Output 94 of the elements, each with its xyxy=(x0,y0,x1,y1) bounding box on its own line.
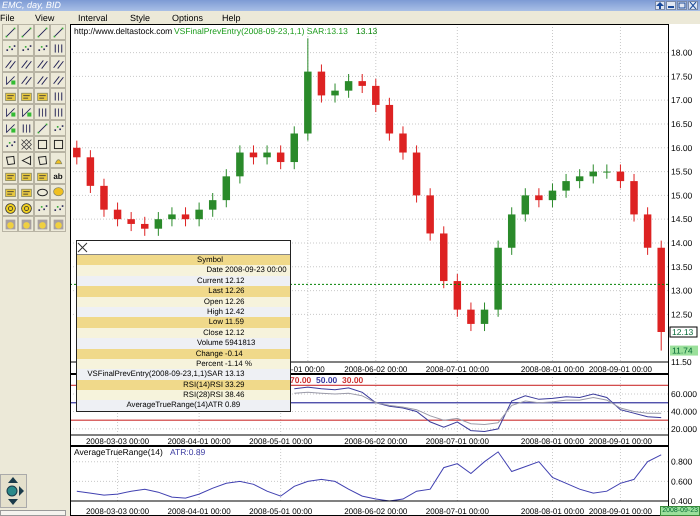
crosshatch-icon[interactable] xyxy=(18,136,34,152)
minimize-button[interactable] xyxy=(666,1,676,10)
date-label: 2008-05-01 00:00 xyxy=(249,507,312,516)
rectangle-icon[interactable] xyxy=(34,136,50,152)
date-label: 2008-06-02 00:00 xyxy=(344,507,408,516)
axis-value: 40.000 xyxy=(671,406,697,416)
axis-value: 18.00 xyxy=(671,48,692,58)
maximize-icon xyxy=(678,2,686,9)
sar-value: 13.13 xyxy=(356,26,378,36)
axis-value: 13.50 xyxy=(671,262,692,272)
scatter-icon[interactable] xyxy=(2,40,18,56)
date-label: 2008-08-01 00:00 xyxy=(520,365,584,374)
polygon-icon[interactable] xyxy=(2,152,18,168)
date-label: 2008-04-01 00:00 xyxy=(168,507,231,516)
price-tag: 11.74 xyxy=(670,346,698,356)
date-label: 2008-09-01 00:00 xyxy=(588,437,652,446)
date-label: -01 00:00 xyxy=(290,365,325,374)
axis-value: 17.00 xyxy=(671,95,692,106)
menu-item[interactable]: Options xyxy=(172,12,222,24)
level-label: 30.00 xyxy=(342,375,364,385)
text-tool-button[interactable]: ab xyxy=(50,168,66,184)
circle-icon[interactable] xyxy=(18,200,34,216)
trendline-icon[interactable] xyxy=(50,24,66,40)
trendline-icon[interactable] xyxy=(2,24,18,40)
scatter-icon[interactable] xyxy=(50,120,66,136)
axis-value: 11.50 xyxy=(671,357,692,367)
polygon-icon[interactable] xyxy=(34,152,50,168)
source-url: http://www.deltastock.com xyxy=(74,26,172,36)
date-label: 2008-07-01 00:00 xyxy=(426,507,489,516)
menu-item[interactable]: Interval xyxy=(78,12,130,24)
marker-icon[interactable] xyxy=(18,88,34,104)
status-field[interactable] xyxy=(0,510,66,516)
axis-value: 15.50 xyxy=(671,166,692,177)
axis-value: 0.600 xyxy=(671,476,692,486)
marker-icon[interactable] xyxy=(2,88,18,104)
trendline-icon[interactable] xyxy=(34,24,50,40)
marker-icon[interactable] xyxy=(2,168,18,184)
marker-icon[interactable] xyxy=(34,168,50,184)
window-title: EMC, day, BID xyxy=(2,0,61,11)
scatter-icon[interactable] xyxy=(50,200,66,216)
trendline-icon[interactable] xyxy=(34,120,50,136)
scatter-icon[interactable] xyxy=(34,40,50,56)
price-label: 12.13 xyxy=(670,326,698,338)
axis-value: 17.50 xyxy=(671,71,692,82)
trendline-icon[interactable] xyxy=(18,24,34,40)
scatter-icon[interactable] xyxy=(34,200,50,216)
axis-value: 60.000 xyxy=(671,389,697,400)
atr-reading: ATR:0.89 xyxy=(170,447,206,457)
level-label: 50.00 xyxy=(316,375,338,385)
scatter-icon[interactable] xyxy=(2,136,18,152)
date-label: 2008-07-01 00:00 xyxy=(426,437,489,446)
menu-item[interactable]: File xyxy=(0,12,35,24)
date-label: 2008-05-01 00:00 xyxy=(249,437,312,446)
date-label: 2008-09-01 00:00 xyxy=(588,365,652,374)
marker-icon[interactable] xyxy=(18,184,34,200)
axis-value: 20.000 xyxy=(671,424,697,434)
date-label: 2008-06-02 00:00 xyxy=(344,437,408,446)
marker-icon[interactable] xyxy=(34,88,50,104)
triangle-icon[interactable] xyxy=(18,152,34,168)
date-label: 2008-09-01 00:00 xyxy=(588,507,652,516)
axis-value: 14.00 xyxy=(671,238,692,248)
atr-title: AverageTrueRange(14) xyxy=(74,447,163,457)
indicator-label: VSFinalPrevEntry(2008-09-23,1,1) SAR:13.13 xyxy=(174,26,348,36)
axis-value: 0.400 xyxy=(671,496,692,506)
axis-value: 15.00 xyxy=(671,190,692,200)
date-label: 2008-04-01 00:00 xyxy=(168,437,231,446)
date-label: 2008-08-01 00:00 xyxy=(520,437,584,446)
date-label: 2008-03-03 00:00 xyxy=(86,507,150,516)
menu-item[interactable]: Help xyxy=(222,12,241,24)
marker-icon[interactable] xyxy=(2,184,18,200)
menu-item[interactable]: View xyxy=(35,12,78,24)
maximize-button[interactable] xyxy=(677,1,687,10)
axis-value: 12.50 xyxy=(671,309,692,320)
close-icon xyxy=(689,2,697,9)
axis-value: 16.00 xyxy=(671,142,692,153)
date-label: 2008-03-03 00:00 xyxy=(86,437,150,446)
close-icon[interactable] xyxy=(77,242,88,253)
up-arrow-button[interactable] xyxy=(655,1,665,10)
date-label: 2008-07-01 00:00 xyxy=(426,365,489,374)
axis-value: 13.00 xyxy=(671,286,692,296)
close-button[interactable] xyxy=(688,1,698,10)
axis-value: 0.800 xyxy=(671,456,692,467)
marker-icon[interactable] xyxy=(18,168,34,184)
navigation-pad-icon[interactable] xyxy=(0,474,27,508)
date-label: 2008-08-01 00:00 xyxy=(520,507,584,516)
date-label: 2008-06-02 00:00 xyxy=(344,365,408,374)
rectangle-icon[interactable] xyxy=(50,136,66,152)
level-label: 70.00 xyxy=(290,375,312,385)
menu-item[interactable]: Style xyxy=(130,12,172,24)
up-arrow-icon xyxy=(656,2,664,9)
axis-value: 14.50 xyxy=(671,214,692,224)
circle-icon[interactable] xyxy=(2,200,18,216)
scatter-icon[interactable] xyxy=(18,40,34,56)
axis-value: 16.50 xyxy=(671,118,692,129)
